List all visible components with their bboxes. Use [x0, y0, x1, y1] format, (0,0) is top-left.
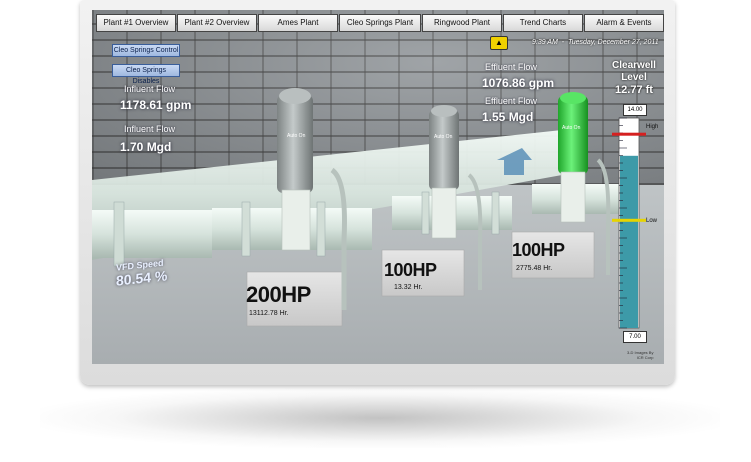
tab-ames-plant[interactable]: Ames Plant [258, 14, 338, 32]
cleo-springs-disables-button[interactable]: Cleo Springs Disables [112, 64, 180, 85]
high-setpoint-line [612, 132, 646, 136]
tab-cleo-springs-plant[interactable]: Cleo Springs Plant [339, 14, 421, 32]
image-credit: 3-D Images By ICR Corp [627, 350, 653, 360]
pump-2-status: Auto On [434, 134, 453, 140]
effluent-flow-label-2: Effluent Flow [485, 96, 537, 106]
pump-2-hp: 100HP [384, 260, 437, 280]
alarm-car-icon[interactable]: ▲ [490, 36, 508, 50]
date-time: 9:39 AM - Tuesday, December 27, 2011 [532, 39, 659, 46]
influent-flow-mgd: 1.70 Mgd [120, 140, 172, 154]
pump-3-status: Auto On [562, 125, 581, 131]
clearwell-level-fill [620, 155, 638, 328]
credit-line-2: ICR Corp [636, 355, 654, 360]
pump-2-hours: 13.32 Hr. [394, 284, 423, 291]
date-text: Tuesday, December 27, 2011 [567, 39, 659, 46]
influent-flow-gpm: 1178.61 gpm [120, 98, 192, 112]
low-setpoint-line [612, 218, 646, 222]
pump-1-hp: 200HP [246, 282, 311, 307]
pump-3-hours: 2775.48 Hr. [516, 265, 553, 272]
laptop-shadow [40, 388, 720, 448]
clearwell-title: Clearwell [612, 60, 656, 71]
effluent-flow-mgd: 1.55 Mgd [482, 110, 534, 124]
pump-3-hp: 100HP [512, 240, 565, 260]
vfd-speed: VFD Speed 80.54 % [116, 257, 167, 289]
cleo-springs-control-button[interactable]: Cleo Springs Control [112, 44, 180, 57]
pump-1-hours: 13112.78 Hr. [249, 310, 289, 317]
tab-ringwood-plant[interactable]: Ringwood Plant [422, 14, 502, 32]
hmi-screen: Plant #1 Overview Plant #2 Overview Ames… [92, 10, 664, 364]
top-nav: Plant #1 Overview Plant #2 Overview Ames… [96, 14, 664, 32]
clearwell-max: 14.00 [623, 104, 647, 116]
clearwell-title-level: Level [621, 72, 647, 83]
time-text: 9:39 AM [532, 39, 558, 46]
clearwell-min: 7.00 [623, 331, 647, 343]
effluent-flow-gpm: 1076.86 gpm [482, 76, 555, 90]
tab-plant-1-overview[interactable]: Plant #1 Overview [96, 14, 176, 32]
high-label: High [646, 124, 659, 130]
tab-alarm-events[interactable]: Alarm & Events [584, 14, 664, 32]
pump-1-status: Auto On [287, 133, 306, 139]
influent-flow-label-2: Influent Flow [124, 124, 176, 134]
effluent-flow-label: Effluent Flow [485, 62, 537, 72]
tab-trend-charts[interactable]: Trend Charts [503, 14, 583, 32]
tab-plant-2-overview[interactable]: Plant #2 Overview [177, 14, 257, 32]
influent-flow-label: Influent Flow [124, 84, 176, 94]
low-label: Low [646, 218, 658, 224]
clearwell-level-value: 12.77 ft [615, 84, 653, 96]
